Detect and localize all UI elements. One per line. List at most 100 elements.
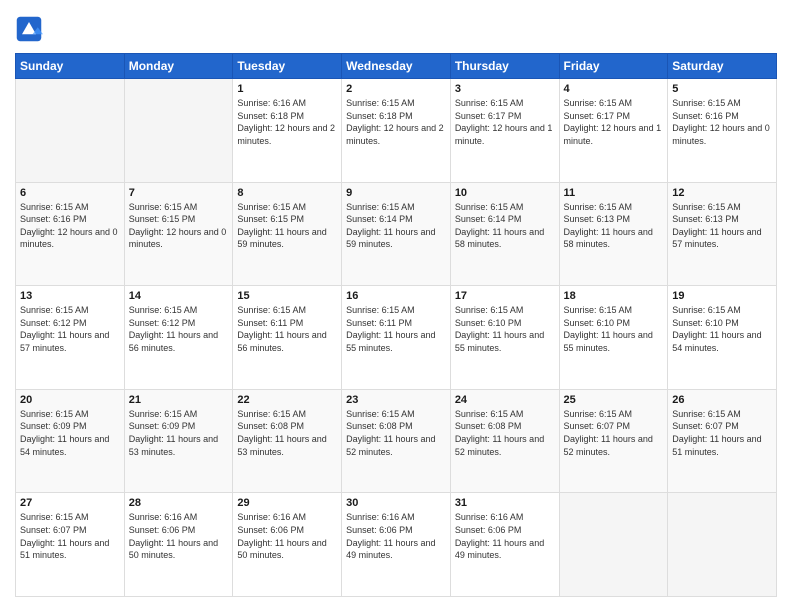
sunrise-text: Sunrise: 6:15 AM	[672, 304, 772, 317]
day-number: 9	[346, 187, 446, 199]
weekday-thursday: Thursday	[450, 54, 559, 79]
calendar-cell: 6Sunrise: 6:15 AMSunset: 6:16 PMDaylight…	[16, 182, 125, 286]
daylight-text: Daylight: 11 hours and 52 minutes.	[564, 433, 664, 458]
sunrise-text: Sunrise: 6:15 AM	[564, 408, 664, 421]
sunrise-text: Sunrise: 6:15 AM	[672, 408, 772, 421]
day-number: 2	[346, 83, 446, 95]
cell-content: Sunrise: 6:15 AMSunset: 6:07 PMDaylight:…	[564, 408, 664, 458]
cell-content: Sunrise: 6:15 AMSunset: 6:09 PMDaylight:…	[20, 408, 120, 458]
calendar-cell: 1Sunrise: 6:16 AMSunset: 6:18 PMDaylight…	[233, 79, 342, 183]
sunrise-text: Sunrise: 6:15 AM	[237, 408, 337, 421]
sunrise-text: Sunrise: 6:15 AM	[346, 304, 446, 317]
cell-content: Sunrise: 6:15 AMSunset: 6:10 PMDaylight:…	[564, 304, 664, 354]
sunrise-text: Sunrise: 6:15 AM	[564, 201, 664, 214]
cell-content: Sunrise: 6:15 AMSunset: 6:09 PMDaylight:…	[129, 408, 229, 458]
calendar-week-2: 6 Sunrise: 6:15 AM Sunset: 6:16 PM Daylight…	[16, 182, 777, 286]
calendar-cell	[16, 79, 125, 183]
calendar-cell: 18Sunrise: 6:15 AMSunset: 6:10 PMDayligh…	[559, 286, 668, 390]
day-number: 6	[20, 187, 120, 199]
sunset-text: Sunset: 6:07 PM	[564, 420, 664, 433]
sunset-text: Sunset: 6:17 PM	[564, 110, 664, 123]
sunrise-text: Sunrise: 6:15 AM	[346, 408, 446, 421]
sunset-text: Sunset: 6:16 PM	[672, 110, 772, 123]
day-number: 30	[346, 497, 446, 509]
sunset-text: Sunset: 6:09 PM	[129, 420, 229, 433]
sunrise-text: Sunrise: 6:15 AM	[672, 201, 772, 214]
daylight-text: Daylight: 12 hours and 0 minutes.	[672, 122, 772, 147]
sunrise-text: Sunrise: 6:15 AM	[455, 97, 555, 110]
calendar-week-4: 20Sunrise: 6:15 AMSunset: 6:09 PMDayligh…	[16, 389, 777, 493]
daylight-text: Daylight: 12 hours and 2 minutes.	[346, 122, 446, 147]
sunrise-text: Sunrise: 6:16 AM	[237, 97, 337, 110]
sunrise-text: Sunrise: 6:15 AM	[564, 97, 664, 110]
sunset-text: Sunset: 6:06 PM	[129, 524, 229, 537]
sunset-text: Sunset: 6:12 PM	[129, 317, 229, 330]
calendar-cell: 31 Sunrise: 6:16 AMSunset: 6:06 PMDayligh…	[450, 493, 559, 597]
weekday-friday: Friday	[559, 54, 668, 79]
calendar-cell: 23Sunrise: 6:15 AMSunset: 6:08 PMDayligh…	[342, 389, 451, 493]
sunset-text: Sunset: 6:08 PM	[455, 420, 555, 433]
sunset-text: Sunset: 6:12 PM	[20, 317, 120, 330]
cell-content: Sunrise: 6:15 AMSunset: 6:08 PMDaylight:…	[346, 408, 446, 458]
sunset-text: Sunset: 6:16 PM	[20, 213, 120, 226]
day-number: 14	[129, 290, 229, 302]
sunrise-text: Sunrise: 6:15 AM	[20, 304, 120, 317]
sunrise-text: Sunrise: 6:16 AM	[237, 511, 337, 524]
calendar-cell: 12Sunrise: 6:15 AMSunset: 6:13 PMDayligh…	[668, 182, 777, 286]
cell-content: Sunrise: 6:15 AMSunset: 6:10 PMDaylight:…	[672, 304, 772, 354]
cell-content: Sunrise: 6:16 AMSunset: 6:06 PMDaylight:…	[237, 511, 337, 561]
cell-content: Sunrise: 6:16 AMSunset: 6:06 PMDaylight:…	[455, 511, 555, 561]
daylight-text: Daylight: 11 hours and 52 minutes.	[455, 433, 555, 458]
header	[15, 15, 777, 43]
calendar-cell: 16Sunrise: 6:15 AMSunset: 6:11 PMDayligh…	[342, 286, 451, 390]
daylight-text: Daylight: 12 hours and 1 minute.	[564, 122, 664, 147]
daylight-text: Daylight: 11 hours and 53 minutes.	[129, 433, 229, 458]
sunset-text: Sunset: 6:13 PM	[672, 213, 772, 226]
calendar-header: SundayMondayTuesdayWednesdayThursdayFrid…	[16, 54, 777, 79]
daylight-text: Daylight: 12 hours and 0 minutes.	[129, 226, 229, 251]
day-number: 17	[455, 290, 555, 302]
day-number: 20	[20, 394, 120, 406]
daylight-text: Daylight: 11 hours and 53 minutes.	[237, 433, 337, 458]
sunset-text: Sunset: 6:15 PM	[129, 213, 229, 226]
sunset-text: Sunset: 6:10 PM	[564, 317, 664, 330]
sunset-text: Sunset: 6:18 PM	[237, 110, 337, 123]
logo	[15, 15, 45, 43]
calendar-cell: 7Sunrise: 6:15 AMSunset: 6:15 PMDaylight…	[124, 182, 233, 286]
sunset-text: Sunset: 6:08 PM	[237, 420, 337, 433]
sunrise-text: Sunrise: 6:15 AM	[455, 408, 555, 421]
daylight-text: Daylight: 12 hours and 1 minute.	[455, 122, 555, 147]
calendar-cell: 13Sunrise: 6:15 AMSunset: 6:12 PMDayligh…	[16, 286, 125, 390]
sunrise-text: Sunrise: 6:15 AM	[346, 201, 446, 214]
day-number: 19	[672, 290, 772, 302]
calendar-cell	[124, 79, 233, 183]
sunrise-text: Sunrise: 6:15 AM	[129, 408, 229, 421]
cell-content: Sunrise: 6:15 AMSunset: 6:17 PMDaylight:…	[564, 97, 664, 147]
sunrise-text: Sunrise: 6:15 AM	[346, 97, 446, 110]
calendar-cell: 25Sunrise: 6:15 AMSunset: 6:07 PMDayligh…	[559, 389, 668, 493]
sunset-text: Sunset: 6:08 PM	[346, 420, 446, 433]
calendar-cell: 20 Sunrise: 6:15 AMSunset: 6:09 PMDayligh…	[16, 389, 125, 493]
sunset-text: Sunset: 6:06 PM	[346, 524, 446, 537]
cell-content: Sunrise: 6:15 AMSunset: 6:08 PMDaylight:…	[455, 408, 555, 458]
cell-content: Sunrise: 6:15 AMSunset: 6:13 PMDaylight:…	[564, 201, 664, 251]
cell-content: Sunrise: 6:15 AMSunset: 6:08 PMDaylight:…	[237, 408, 337, 458]
daylight-text: Daylight: 11 hours and 58 minutes.	[564, 226, 664, 251]
day-number: 31	[455, 497, 555, 509]
day-number: 29	[237, 497, 337, 509]
calendar-week-5: 27Sunrise: 6:15 AMSunset: 6:07 PMDayligh…	[16, 493, 777, 597]
daylight-text: Daylight: 11 hours and 56 minutes.	[129, 329, 229, 354]
sunset-text: Sunset: 6:13 PM	[564, 213, 664, 226]
daylight-text: Daylight: 11 hours and 49 minutes.	[455, 537, 555, 562]
cell-content: Sunrise: 6:15 AMSunset: 6:13 PMDaylight:…	[672, 201, 772, 251]
cell-content: Sunrise: 6:15 AMSunset: 6:16 PMDaylight:…	[672, 97, 772, 147]
sunset-text: Sunset: 6:10 PM	[672, 317, 772, 330]
day-number: 28	[129, 497, 229, 509]
calendar-cell: 8Sunrise: 6:15 AMSunset: 6:15 PMDaylight…	[233, 182, 342, 286]
daylight-text: Daylight: 11 hours and 54 minutes.	[20, 433, 120, 458]
daylight-text: Daylight: 11 hours and 55 minutes.	[564, 329, 664, 354]
sunset-text: Sunset: 6:10 PM	[455, 317, 555, 330]
sunrise-text: Sunrise: 6:16 AM	[129, 511, 229, 524]
daylight-text: Daylight: 11 hours and 49 minutes.	[346, 537, 446, 562]
cell-content: Sunrise: 6:16 AMSunset: 6:18 PMDaylight:…	[237, 97, 337, 147]
